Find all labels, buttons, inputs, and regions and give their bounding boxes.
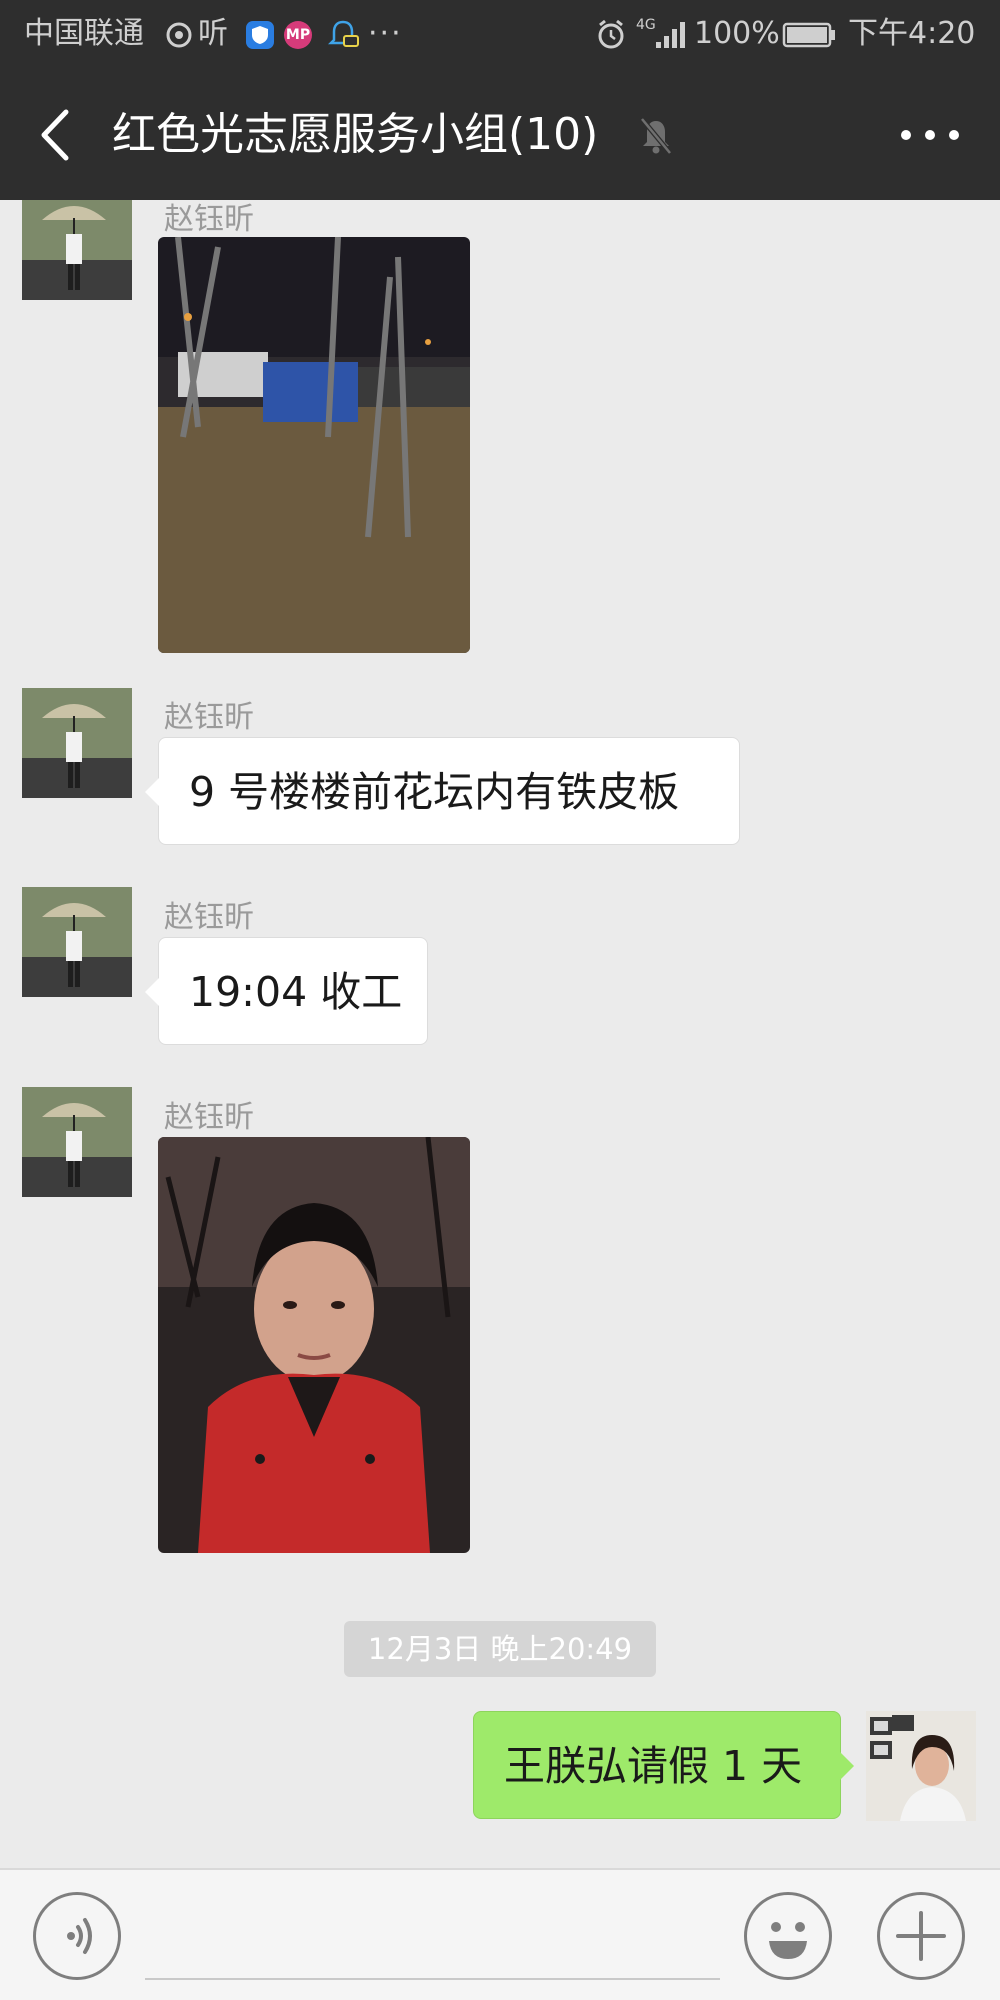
sender-name: 赵钰昕 (164, 202, 254, 237)
volunteer-selfie-photo-icon (158, 1137, 470, 1553)
chat-title: 红色光志愿服务小组(10) (112, 109, 599, 160)
image-message-selfie[interactable] (158, 1137, 470, 1553)
chat-header: 红色光志愿服务小组(10) (0, 70, 1000, 200)
back-button[interactable] (24, 100, 94, 170)
more-dots-icon (901, 130, 959, 140)
ting-app-label: 听 (198, 16, 228, 51)
security-shield-icon (246, 14, 274, 54)
text-message[interactable]: 19:04 收工 (145, 937, 428, 1045)
umbrella-person-avatar-icon (22, 887, 132, 997)
umbrella-person-avatar-icon (22, 688, 132, 798)
more-actions-button[interactable] (877, 1892, 965, 1980)
text-message[interactable]: 9 号楼楼前花坛内有铁皮板 (145, 737, 740, 845)
umbrella-person-avatar-icon (22, 1087, 132, 1197)
back-arrow-icon (41, 109, 69, 161)
netease-music-icon (164, 14, 194, 54)
notification-bell-icon (326, 14, 360, 54)
muted-bell-icon (638, 116, 674, 156)
carrier-name: 中国联通 (24, 16, 144, 51)
status-bar: 中国联通 听 MP ··· 4G 100% 下午4:20 (0, 0, 1000, 70)
sender-name: 赵钰昕 (164, 900, 254, 935)
plus-icon (896, 1911, 946, 1961)
message-timestamp: 12月3日 晚上20:49 (344, 1621, 656, 1677)
alarm-icon (594, 14, 628, 54)
more-notifications: ··· (368, 16, 403, 51)
clock-time: 下午4:20 (848, 16, 976, 51)
message-input-bar (0, 1868, 1000, 2000)
my-text-message[interactable]: 王朕弘请假 1 天 (473, 1711, 854, 1819)
chat-info-button[interactable] (880, 100, 980, 170)
image-message-night-yard[interactable] (158, 237, 470, 653)
sender-avatar[interactable] (22, 200, 132, 300)
sender-avatar[interactable] (22, 688, 132, 798)
sender-name: 赵钰昕 (164, 1100, 254, 1135)
voice-input-button[interactable] (33, 1892, 121, 1980)
signal-strength-icon (654, 14, 688, 54)
my-avatar[interactable] (866, 1711, 976, 1821)
network-type-label: 4G (636, 17, 656, 33)
umbrella-person-avatar-icon (22, 200, 132, 300)
mp-app-icon: MP (284, 14, 312, 54)
sender-name: 赵钰昕 (164, 700, 254, 735)
sender-avatar[interactable] (22, 1087, 132, 1197)
battery-icon (782, 14, 838, 54)
smiley-face-icon (769, 1922, 807, 1959)
sender-avatar[interactable] (22, 887, 132, 997)
chat-message-list[interactable]: 赵钰昕 赵钰昕 9 号楼楼前花坛内有铁皮板 赵钰昕 19:04 收工 赵钰昕 1… (0, 200, 1000, 1868)
night-yard-photo-icon (158, 237, 470, 653)
message-text-field[interactable] (145, 1884, 720, 1980)
battery-percent: 100% (694, 16, 780, 51)
voice-wave-icon (67, 1918, 92, 1954)
woman-portrait-avatar-icon (866, 1711, 976, 1821)
emoji-button[interactable] (744, 1892, 832, 1980)
